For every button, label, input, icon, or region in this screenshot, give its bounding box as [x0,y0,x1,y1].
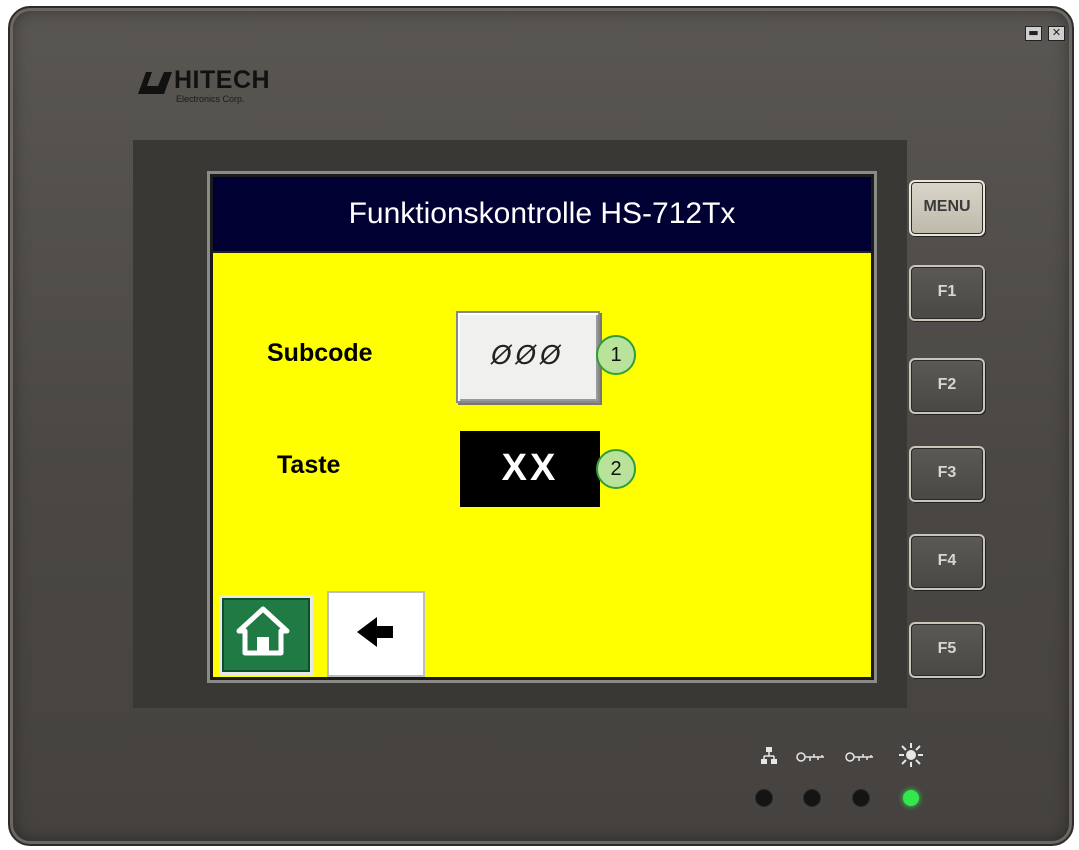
hitech-logo-icon [138,72,172,94]
close-button[interactable]: ✕ [1048,26,1065,41]
window-controls: ▬ ✕ [1025,26,1065,41]
home-button[interactable] [219,595,313,675]
taste-label: Taste [277,451,341,479]
brand-logo: HITECH Electronics Corp. [138,66,328,116]
key-icon [845,752,873,762]
key-icon [796,752,824,762]
light-icon [899,743,923,767]
network-led [756,790,772,806]
subcode-label: Subcode [267,339,373,367]
screen-title: Funktionskontrolle HS-712Tx [348,197,736,230]
taste-display: XX [460,431,600,507]
f5-key[interactable]: F5 [909,622,985,678]
menu-key[interactable]: MENU [909,180,985,236]
subcode-value: ØØØ [491,341,565,371]
home-icon [236,606,290,656]
f2-key[interactable]: F2 [909,358,985,414]
key1-led [804,790,820,806]
subcode-input[interactable]: ØØØ [456,311,600,403]
key2-led [853,790,869,806]
back-button[interactable] [327,591,425,677]
taste-value: XX [501,447,559,489]
screen-header: Funktionskontrolle HS-712Tx [213,177,871,253]
callout-badge-1: 1 [596,335,636,375]
brand-name: HITECH [174,66,271,94]
hmi-screen: Funktionskontrolle HS-712Tx Subcode ØØØ … [210,174,874,680]
network-icon [761,747,777,764]
brand-subtitle: Electronics Corp. [176,94,245,104]
minimize-button[interactable]: ▬ [1025,26,1042,41]
f4-key[interactable]: F4 [909,534,985,590]
f3-key[interactable]: F3 [909,446,985,502]
power-led [903,790,919,806]
callout-badge-2: 2 [596,449,636,489]
arrow-left-icon [357,617,393,647]
f1-key[interactable]: F1 [909,265,985,321]
